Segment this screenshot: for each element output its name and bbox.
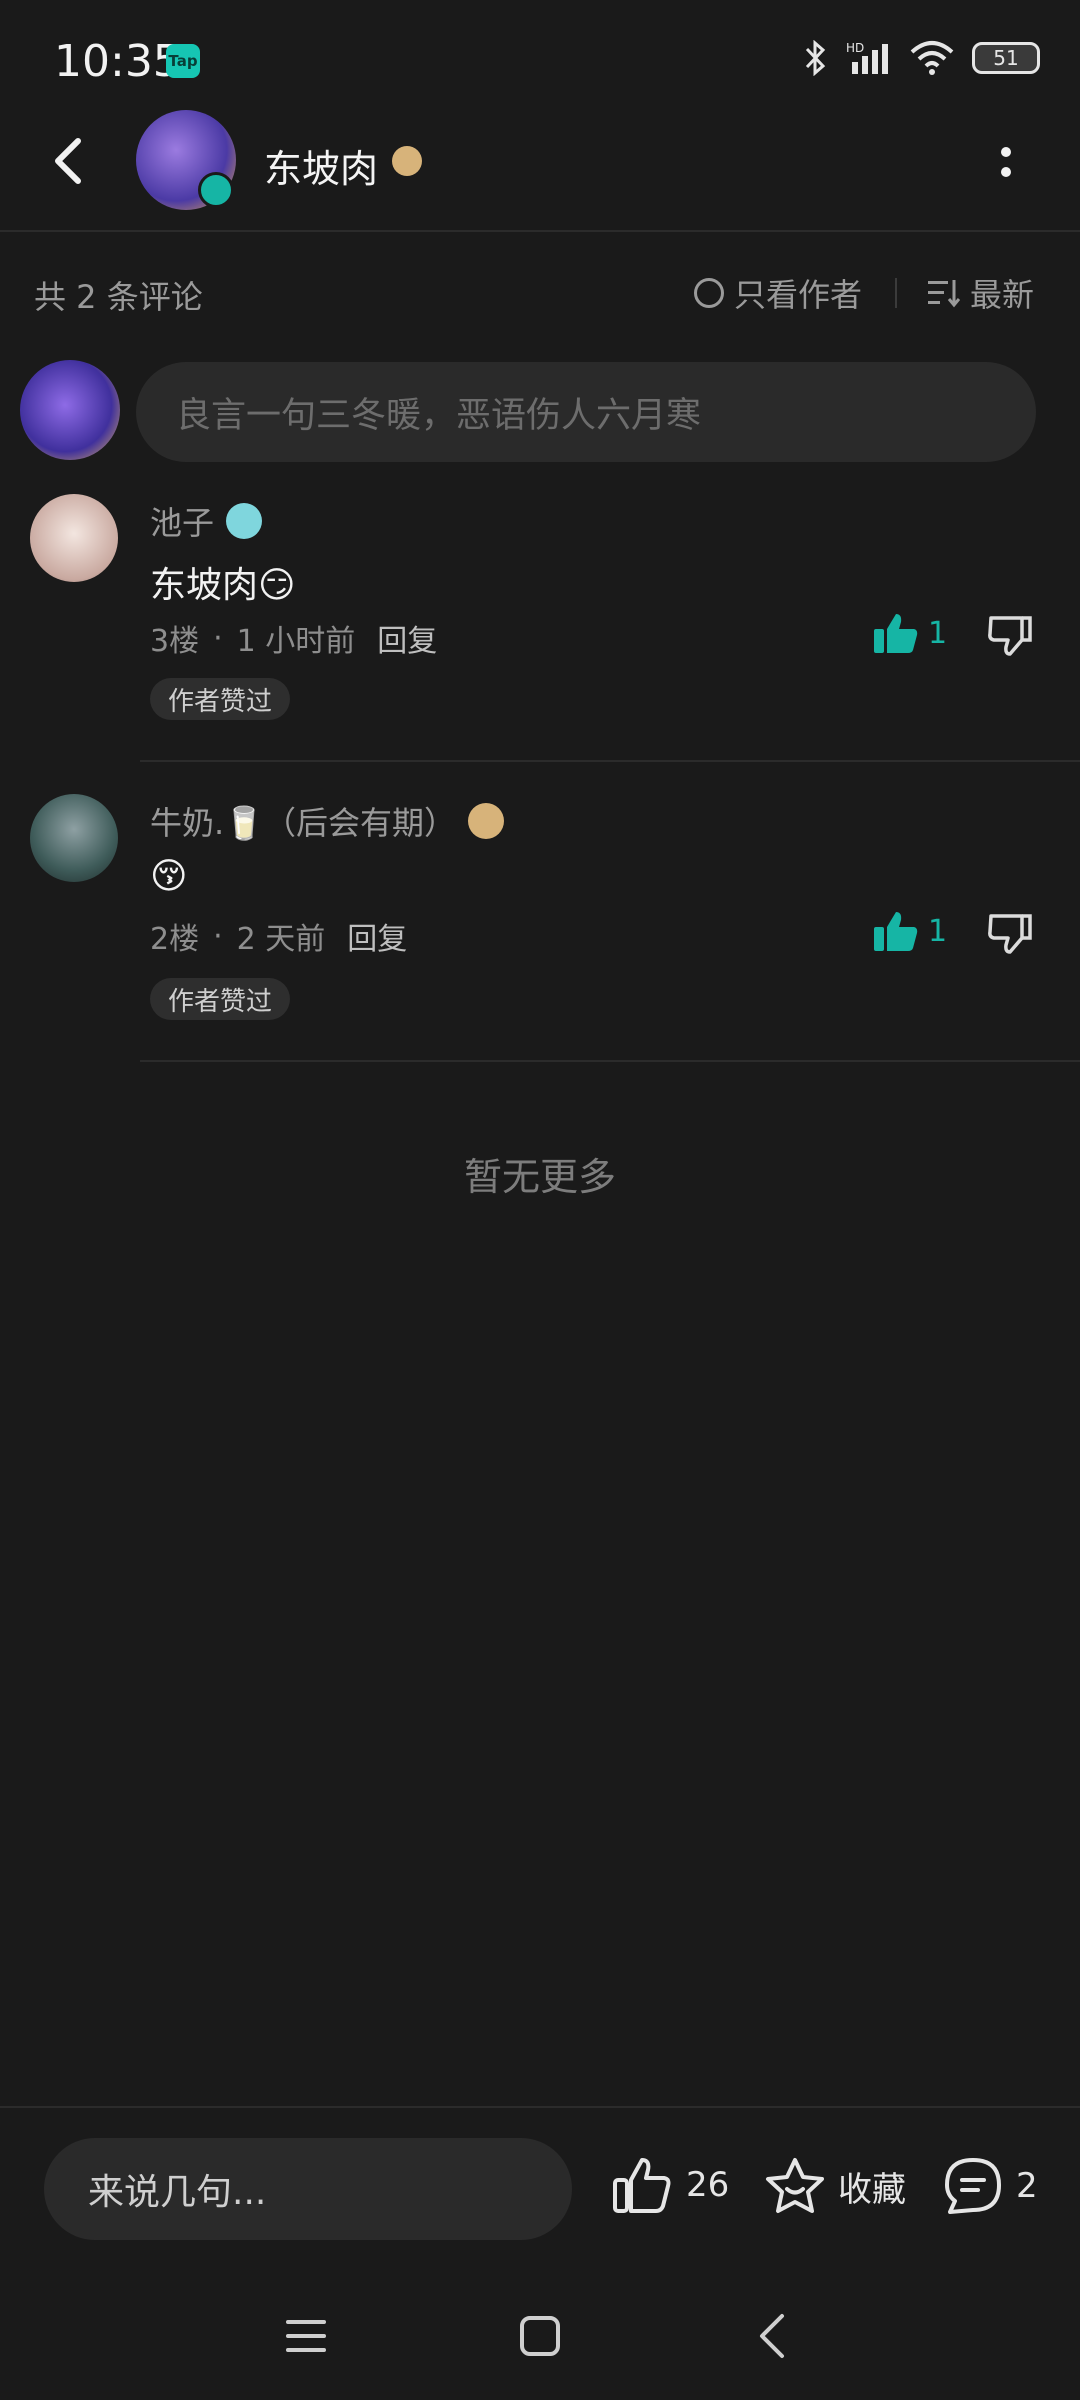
wifi-icon: [910, 41, 954, 75]
status-time: 10:35: [54, 36, 181, 87]
like-button[interactable]: 1: [874, 612, 947, 654]
commenter-name[interactable]: 牛奶.🥛（后会有期）: [150, 798, 456, 844]
level-badge-icon: [468, 803, 505, 839]
bluetooth-icon: [805, 40, 826, 76]
page-title: 东坡肉: [264, 147, 379, 191]
favorite-button[interactable]: 收藏: [764, 2156, 906, 2216]
comment-text: 东坡肉😏: [150, 565, 296, 606]
favorite-label: 收藏: [838, 2169, 906, 2210]
thumbs-down-icon[interactable]: [988, 912, 1032, 954]
comment-count: 共 2 条评论: [34, 278, 203, 316]
radio-circle-icon: [694, 278, 724, 308]
comment-meta: 2楼 · 2 天前 回复: [150, 914, 407, 958]
commenter-avatar[interactable]: [30, 494, 118, 582]
floor-number: 3楼: [150, 624, 200, 659]
bottom-comment-input[interactable]: 来说几句...: [44, 2138, 572, 2240]
author-liked-badge: 作者赞过: [150, 678, 291, 720]
thumbs-up-icon: [613, 2158, 671, 2213]
back-arrow-icon[interactable]: [46, 136, 96, 186]
battery-indicator: 51: [972, 42, 1040, 74]
comment-count-label: 2: [1016, 2166, 1038, 2206]
divider: [140, 1060, 1080, 1062]
commenter-name[interactable]: 池子: [150, 498, 214, 544]
comment-bubble-icon: [945, 2158, 1001, 2214]
meta-dot: ·: [213, 620, 223, 656]
signal-icon: HD: [846, 41, 888, 74]
menu-icon[interactable]: [284, 2316, 328, 2356]
comment-time: 1 小时前: [236, 624, 356, 659]
thumbs-down-icon[interactable]: [988, 614, 1032, 656]
comment-header: 牛奶.🥛（后会有期）: [150, 798, 505, 844]
reply-button[interactable]: 回复: [377, 616, 437, 660]
divider: [895, 278, 897, 308]
author-only-toggle[interactable]: 只看作者: [694, 270, 862, 316]
thumbs-up-filled-icon: [874, 912, 918, 951]
back-nav-icon[interactable]: [756, 2312, 788, 2360]
post-like-button[interactable]: 26: [612, 2156, 729, 2214]
svg-text:HD: HD: [846, 41, 864, 55]
meta-dot: ·: [213, 918, 223, 954]
thumbs-up-filled-icon: [874, 614, 918, 653]
no-more-text: 暂无更多: [463, 1155, 616, 1199]
divider: [140, 760, 1080, 762]
user-badge-icon: [226, 503, 263, 539]
floor-number: 2楼: [150, 922, 200, 957]
sort-label: 最新: [970, 276, 1035, 314]
home-icon[interactable]: [518, 2314, 562, 2358]
more-options-icon[interactable]: [996, 142, 1016, 182]
my-avatar: [20, 360, 120, 460]
level-badge-icon: [392, 146, 422, 176]
reply-button[interactable]: 回复: [347, 914, 407, 958]
author-only-label: 只看作者: [734, 276, 863, 314]
comment-input[interactable]: 良言一句三冬暖，恶语伤人六月寒: [136, 362, 1036, 462]
verified-badge-icon: [198, 172, 234, 208]
comment-time: 2 天前: [236, 922, 326, 957]
tap-app-icon: Tap: [166, 44, 200, 78]
sort-button[interactable]: 最新: [928, 270, 1034, 316]
like-count: 1: [928, 615, 948, 651]
author-liked-badge: 作者赞过: [150, 978, 291, 1020]
post-like-count: 26: [686, 2165, 730, 2205]
comment-header: 池子: [150, 498, 263, 544]
status-icons: HD 51: [802, 40, 1040, 76]
comment-meta: 3楼 · 1 小时前 回复: [150, 616, 437, 660]
like-count: 1: [928, 913, 948, 949]
commenter-avatar[interactable]: [30, 794, 118, 882]
sort-icon: [928, 280, 960, 308]
comment-button[interactable]: 2: [942, 2156, 1038, 2216]
comment-text: 😚: [150, 856, 188, 897]
like-button[interactable]: 1: [874, 910, 947, 952]
star-icon: [766, 2158, 824, 2213]
